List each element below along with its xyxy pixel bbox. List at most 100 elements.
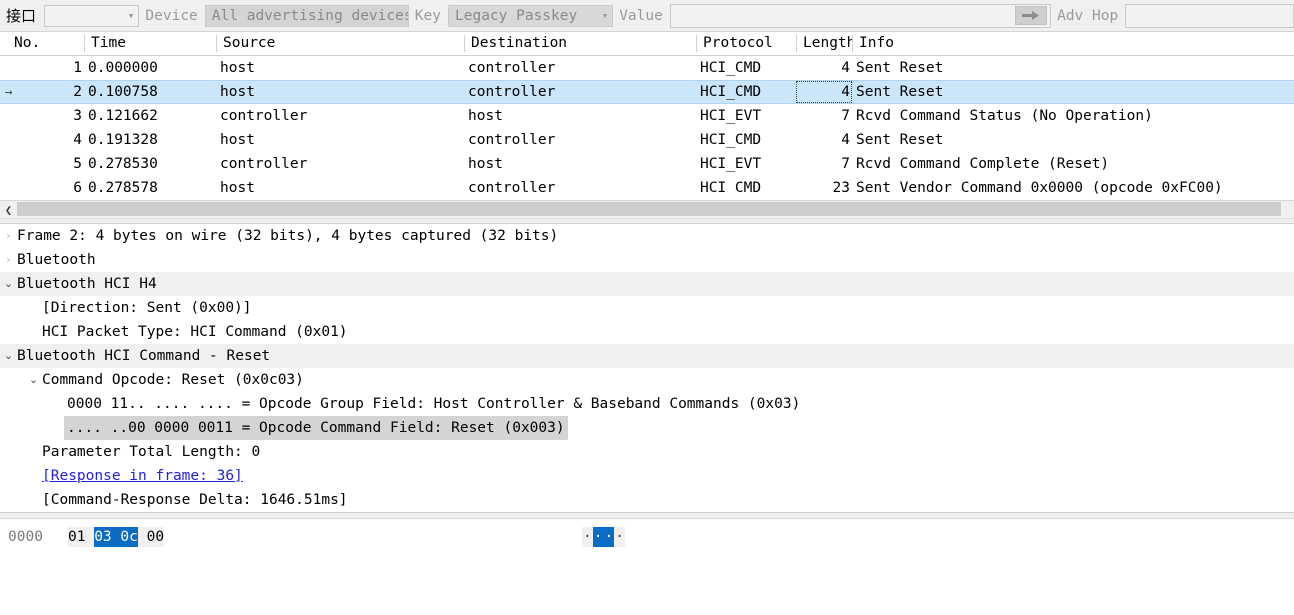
hex-byte[interactable]: 00: [146, 527, 165, 547]
key-select[interactable]: Legacy Passkey ▾: [448, 4, 614, 27]
ascii-char[interactable]: ·: [603, 527, 615, 547]
packet-row-no: 2: [73, 84, 82, 100]
adv-hop-label: Adv Hop: [1057, 7, 1119, 24]
packet-list[interactable]: No. Time Source Destination Protocol Len…: [0, 32, 1294, 218]
packet-row-info: Sent Reset: [856, 60, 944, 76]
packet-row[interactable]: 3 0.121662 controller host HCI_EVT 7 Rcvd Comm…: [0, 104, 1294, 128]
packet-row-time: 0.100758: [88, 84, 158, 100]
packet-row-time: 0.191328: [88, 132, 158, 148]
packet-row-info: Sent Reset: [856, 132, 944, 148]
packet-row-no: 4: [73, 132, 82, 148]
arrow-right-icon: [1022, 11, 1040, 20]
hex-bytes[interactable]: 01 03 0c 00: [56, 525, 165, 549]
column-marker: [0, 32, 14, 55]
hex-byte[interactable]: 03: [94, 527, 112, 547]
detail-tree-row[interactable]: ⌄ Bluetooth HCI Command - Reset: [0, 344, 1294, 368]
detail-tree-label: HCI Packet Type: HCI Command (0x01): [42, 324, 348, 340]
detail-tree-row[interactable]: ⌄ Bluetooth HCI H4: [0, 272, 1294, 296]
ascii-chars[interactable]: · · · ·: [582, 525, 625, 549]
column-header-destination[interactable]: Destination: [465, 32, 696, 55]
pane-splitter-lower[interactable]: [0, 512, 1294, 519]
packet-row-destination: controller: [468, 132, 556, 148]
packet-row-destination: controller: [468, 84, 556, 100]
detail-tree-row[interactable]: 0000 11.. .... .... = Opcode Group Field…: [0, 392, 1294, 416]
packet-row[interactable]: → 2 0.100758 host controller HCI_CMD 4 Sent Res…: [0, 80, 1294, 104]
hex-byte[interactable]: 01: [68, 527, 86, 547]
hex-byte[interactable]: 0c: [120, 527, 138, 547]
packet-row-time: 0.278530: [88, 156, 158, 172]
packet-row[interactable]: 1 0.000000 host controller HCI_CMD 4 Sent Rese…: [0, 56, 1294, 80]
chevron-down-icon: ▾: [127, 9, 135, 22]
packet-row-length: 4: [841, 132, 850, 148]
key-label: Key: [414, 7, 441, 24]
packet-list-body[interactable]: 1 0.000000 host controller HCI_CMD 4 Sent Rese…: [0, 56, 1294, 200]
detail-tree-row[interactable]: HCI Packet Type: HCI Command (0x01): [0, 320, 1294, 344]
value-submit-button[interactable]: [1015, 6, 1048, 25]
detail-tree-row[interactable]: [Direction: Sent (0x00)]: [0, 296, 1294, 320]
device-label: Device: [145, 7, 198, 24]
packet-row-protocol: HCI_CMD: [700, 84, 762, 100]
chevron-down-icon[interactable]: ⌄: [0, 272, 17, 296]
packet-row-length: 4: [796, 81, 852, 103]
chevron-down-icon: ▾: [601, 9, 609, 22]
packet-details-pane[interactable]: › Frame 2: 4 bytes on wire (32 bits), 4 b…: [0, 224, 1294, 512]
packet-row-info: Rcvd Command Complete (Reset): [856, 156, 1110, 172]
hscrollbar-thumb[interactable]: [17, 202, 1282, 216]
column-header-length[interactable]: Length: [797, 32, 852, 55]
column-header-info[interactable]: Info: [853, 32, 1294, 55]
packet-row-source: host: [220, 60, 255, 76]
packet-details-tree[interactable]: › Frame 2: 4 bytes on wire (32 bits), 4 b…: [0, 224, 1294, 512]
detail-tree-label: [Command-Response Delta: 1646.51ms]: [42, 492, 348, 508]
detail-tree-row[interactable]: ⌄ Command Opcode: Reset (0x0c03): [0, 368, 1294, 392]
detail-tree-row[interactable]: [Command-Response Delta: 1646.51ms]: [0, 488, 1294, 512]
packet-row-protocol: HCI_EVT: [700, 156, 762, 172]
chevron-left-icon[interactable]: ❮: [0, 201, 17, 218]
bluetooth-filter-toolbar: 接口 ▾ Device All advertising devices ▾ Ke…: [0, 0, 1294, 32]
device-select-value: All advertising devices: [211, 7, 409, 24]
hex-offset: 0000: [8, 529, 43, 545]
chevron-right-icon[interactable]: ›: [0, 248, 17, 272]
chevron-right-icon[interactable]: ›: [0, 224, 17, 248]
packet-list-hscrollbar[interactable]: ❮: [0, 200, 1294, 218]
packet-row-destination: host: [468, 156, 503, 172]
detail-tree-label: 0000 11.. .... .... = Opcode Group Field…: [67, 396, 801, 412]
ascii-char[interactable]: ·: [582, 527, 593, 547]
detail-tree-label: Command Opcode: Reset (0x0c03): [42, 372, 304, 388]
packet-row[interactable]: 6 0.278578 host controller HCI CMD 23 Sent Ven…: [0, 176, 1294, 200]
detail-tree-row[interactable]: › Frame 2: 4 bytes on wire (32 bits), 4 b…: [0, 224, 1294, 248]
chevron-down-icon[interactable]: ⌄: [25, 368, 42, 392]
packet-row-time: 0.000000: [88, 60, 158, 76]
column-header-time[interactable]: Time: [85, 32, 216, 55]
detail-tree-row[interactable]: [Response in frame: 36]: [0, 464, 1294, 488]
packet-row-length: 23: [832, 180, 850, 196]
device-select[interactable]: All advertising devices ▾: [204, 4, 409, 27]
hex-dump-row[interactable]: 0000 01 03 0c 00 · · · ·: [0, 519, 1294, 549]
chevron-down-icon[interactable]: ⌄: [0, 344, 17, 368]
interface-select[interactable]: ▾: [44, 4, 140, 27]
detail-tree-link[interactable]: [Response in frame: 36]: [42, 464, 243, 488]
packet-row-info: Rcvd Command Status (No Operation): [856, 108, 1153, 124]
packet-row[interactable]: 4 0.191328 host controller HCI_CMD 4 Sent Rese…: [0, 128, 1294, 152]
detail-tree-label: Parameter Total Length: 0: [42, 444, 261, 460]
adv-hop-input[interactable]: [1125, 3, 1294, 28]
value-label: Value: [619, 7, 663, 24]
detail-tree-row[interactable]: Parameter Total Length: 0: [0, 440, 1294, 464]
packet-row[interactable]: 5 0.278530 controller host HCI_EVT 7 Rcvd Comm…: [0, 152, 1294, 176]
value-input[interactable]: [669, 3, 1052, 28]
packet-row-length: 4: [841, 60, 850, 76]
detail-tree-row[interactable]: › Bluetooth: [0, 248, 1294, 272]
packet-row-protocol: HCI_CMD: [700, 60, 762, 76]
ascii-char[interactable]: ·: [592, 527, 604, 547]
detail-tree-label: Frame 2: 4 bytes on wire (32 bits), 4 by…: [17, 228, 559, 244]
column-header-protocol[interactable]: Protocol: [697, 32, 796, 55]
packet-row-marker: →: [4, 84, 13, 100]
packet-bytes-pane[interactable]: 0000 01 03 0c 00 · · · ·: [0, 519, 1294, 575]
column-header-no[interactable]: No.: [14, 32, 84, 55]
hscrollbar-track[interactable]: [17, 201, 1294, 218]
packet-row-protocol: HCI_CMD: [700, 132, 762, 148]
detail-tree-row[interactable]: .... ..00 0000 0011 = Opcode Command Fie…: [0, 416, 1294, 440]
column-header-source[interactable]: Source: [217, 32, 464, 55]
ascii-char[interactable]: ·: [614, 527, 625, 547]
hex-byte-gap: [137, 527, 147, 547]
detail-tree-label: Bluetooth HCI Command - Reset: [17, 348, 271, 364]
